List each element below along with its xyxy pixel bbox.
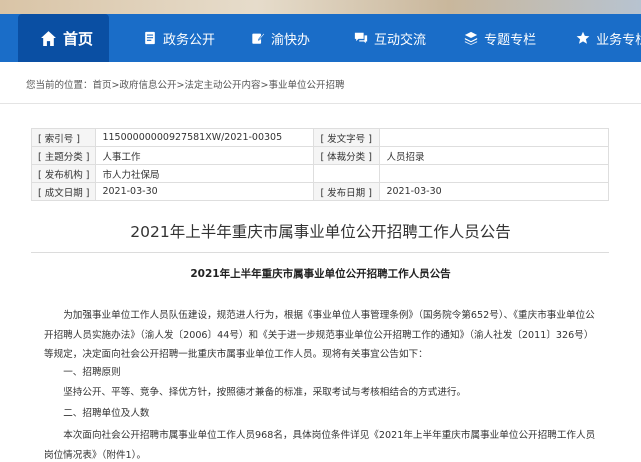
meta-row: [ 索引号 ] 11500000000927581XW/2021-00305 [… <box>30 128 609 147</box>
nav-item-interaction[interactable]: 互动交流 <box>340 14 440 62</box>
nav-item-business[interactable]: 业务专栏 <box>562 14 641 62</box>
article-subtitle: 2021年上半年重庆市属事业单位公开招聘工作人员公告 <box>190 268 451 280</box>
title-divider <box>31 252 609 253</box>
nav-item-special-topics[interactable]: 专题专栏 <box>450 14 550 62</box>
doc-no-value <box>379 128 609 147</box>
layers-icon <box>464 31 478 45</box>
article-title: 2021年上半年重庆市属事业单位公开招聘工作人员公告 <box>130 223 511 241</box>
empty-cell <box>313 164 381 183</box>
meta-row: [ 主题分类 ] 人事工作 [ 体裁分类 ] 人员招录 <box>30 146 609 165</box>
topic-label: [ 主题分类 ] <box>30 146 97 165</box>
created-date-value: 2021-03-30 <box>95 182 315 201</box>
genre-value: 人员招录 <box>379 146 609 165</box>
issuer-value: 市人力社保局 <box>95 164 315 183</box>
chat-icon <box>354 31 368 45</box>
home-icon <box>40 30 57 47</box>
top-banner-image <box>0 0 641 14</box>
article-paragraph-intro: 为加强事业单位工作人员队伍建设，规范进人行为，根据《事业单位人事管理条例》（国务… <box>44 310 595 360</box>
breadcrumb-link-gov-info[interactable]: 政府信息公开 <box>120 80 177 91</box>
doc-no-label: [ 发文字号 ] <box>313 128 381 147</box>
breadcrumb: 您当前的位置：首页>政府信息公开>法定主动公开内容>事业单位公开招聘 <box>0 62 641 104</box>
index-no-value: 11500000000927581XW/2021-00305 <box>95 128 315 147</box>
published-date-label: [ 发布日期 ] <box>313 182 381 201</box>
nav-label: 业务专栏 <box>596 32 641 48</box>
article-heading-principles: 一、招聘原则 <box>63 367 121 378</box>
breadcrumb-link-legal-disclosure[interactable]: 法定主动公开内容 <box>184 80 260 91</box>
document-icon <box>143 31 157 45</box>
meta-row: [ 发布机构 ] 市人力社保局 <box>30 164 609 183</box>
issuer-label: [ 发布机构 ] <box>30 164 97 183</box>
edit-icon <box>251 31 266 45</box>
article-paragraph-principles: 坚持公开、平等、竞争、择优方针，按照德才兼备的标准，采取考试与考核相结合的方式进… <box>63 387 467 398</box>
genre-label: [ 体裁分类 ] <box>313 146 381 165</box>
nav-item-government-affairs[interactable]: 政务公开 <box>129 14 229 62</box>
nav-label: 专题专栏 <box>484 32 537 48</box>
meta-row: [ 成文日期 ] 2021-03-30 [ 发布日期 ] 2021-03-30 <box>30 182 609 201</box>
empty-cell <box>379 164 609 183</box>
breadcrumb-link-recruitment[interactable]: 事业单位公开招聘 <box>268 80 344 91</box>
published-date-value: 2021-03-30 <box>379 182 609 201</box>
topic-value: 人事工作 <box>95 146 315 165</box>
star-icon <box>576 31 590 45</box>
article-paragraph-positions: 本次面向社会公开招聘市属事业单位工作人员968名，具体岗位条件详见《2021年上… <box>44 430 596 461</box>
nav-label: 首页 <box>63 29 94 48</box>
breadcrumb-link-home[interactable]: 首页 <box>93 80 112 91</box>
document-meta-table: [ 索引号 ] 11500000000927581XW/2021-00305 [… <box>30 128 609 201</box>
nav-item-home[interactable]: 首页 <box>18 14 110 62</box>
nav-item-yukuaiban[interactable]: 渝快办 <box>237 14 324 62</box>
main-nav: 首页 政务公开 渝快办 互动交流 专题专栏 业务专栏 <box>0 14 641 62</box>
nav-label: 政务公开 <box>163 32 216 48</box>
article-heading-positions: 二、招聘单位及人数 <box>63 408 150 419</box>
index-no-label: [ 索引号 ] <box>30 128 97 147</box>
breadcrumb-prefix: 您当前的位置： <box>26 80 93 91</box>
nav-label: 互动交流 <box>374 32 427 48</box>
nav-label: 渝快办 <box>271 32 311 48</box>
breadcrumb-separator: > <box>111 80 120 91</box>
created-date-label: [ 成文日期 ] <box>30 182 97 201</box>
